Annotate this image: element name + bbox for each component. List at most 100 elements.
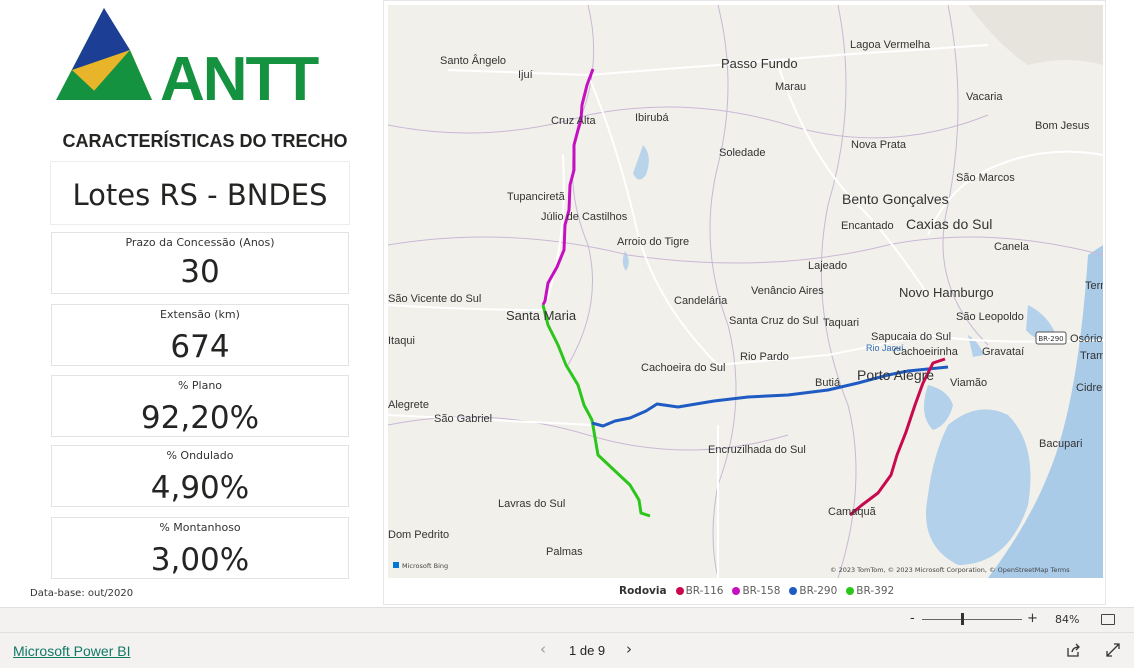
legend-label: BR-158 [742, 585, 781, 597]
city-label: Santa Maria [506, 308, 577, 323]
city-label: Marau [775, 81, 806, 93]
city-label: Tramandaí [1080, 350, 1103, 362]
plano-value: 92,20% [140, 400, 260, 436]
legend-title: Rodovia [619, 585, 667, 597]
legend-item-br116[interactable]: BR-116 [675, 585, 724, 597]
city-label: Candelária [674, 295, 728, 307]
extensao-label: Extensão (km) [160, 308, 240, 321]
zoom-slider-handle[interactable] [961, 613, 964, 625]
city-label: Taquari [823, 317, 859, 329]
database-note: Data-base: out/2020 [30, 588, 134, 599]
city-label: São Leopoldo [956, 311, 1024, 323]
footer-bar: Microsoft Power BI ‹ 1 de 9 › [0, 632, 1134, 668]
extensao-card: Extensão (km) 674 [51, 304, 349, 366]
city-label: Porto Alegre [857, 367, 934, 383]
city-label: Nova Prata [851, 139, 907, 151]
city-label: Palmas [546, 546, 583, 558]
zoom-bar: - + 84% [0, 607, 1134, 632]
montanhoso-value: 3,00% [150, 542, 250, 578]
montanhoso-card: % Montanhoso 3,00% [51, 517, 349, 579]
city-label: Lajeado [808, 260, 847, 272]
city-label: Vacaria [966, 91, 1003, 103]
city-label: Bacupari [1039, 438, 1082, 450]
plano-label: % Plano [177, 379, 223, 392]
legend-item-br158[interactable]: BR-158 [732, 585, 780, 597]
zoom-in-button[interactable]: + [1027, 611, 1038, 626]
city-label: Venâncio Aires [751, 285, 824, 297]
river-label: Rio Jacuí [866, 343, 904, 353]
city-label: Viamão [950, 377, 987, 389]
plano-card: % Plano 92,20% [51, 375, 349, 437]
zoom-level: 84% [1055, 613, 1080, 626]
city-label: Arroio do Tigre [617, 236, 689, 248]
city-label: São Gabriel [434, 413, 492, 425]
city-label: Santo Ângelo [440, 54, 506, 67]
extensao-value: 674 [170, 329, 230, 365]
city-label: Júlio de Castilhos [541, 211, 628, 223]
map-legend: Rodovia BR-116 BR-158 BR-290 BR-392 [619, 585, 898, 597]
power-bi-link[interactable]: Microsoft Power BI [13, 643, 130, 659]
ondulado-value: 4,90% [150, 470, 250, 506]
city-label: Sapucaia do Sul [871, 331, 951, 343]
city-label: Bom Jesus [1035, 120, 1090, 132]
city-label: Dom Pedrito [388, 529, 449, 541]
city-label: Ibirubá [635, 112, 670, 124]
legend-label: BR-290 [799, 585, 838, 597]
legend-item-br290[interactable]: BR-290 [789, 585, 837, 597]
legend-dot [846, 587, 855, 595]
city-label: Cachoeira do Sul [641, 362, 725, 374]
city-label: Canela [994, 241, 1030, 253]
city-label: Osório [1070, 333, 1102, 345]
city-label: Caxias do Sul [906, 216, 992, 232]
city-label: Soledade [719, 147, 766, 159]
route-map[interactable]: BR-290 Santo Ângelo Ijuí Passo Fundo Lag… [388, 5, 1103, 578]
map-canvas: BR-290 Santo Ângelo Ijuí Passo Fundo Lag… [388, 5, 1103, 578]
city-label: Alegrete [388, 399, 429, 411]
city-label: Butiá [815, 377, 841, 389]
report-canvas: ANTT CARACTERÍSTICAS DO TRECHO Lotes RS … [0, 0, 1134, 607]
legend-item-br392[interactable]: BR-392 [846, 585, 894, 597]
logo-wordmark: ANTT [160, 45, 319, 106]
prazo-value: 30 [180, 254, 220, 290]
next-page-icon[interactable]: › [626, 640, 632, 658]
city-label: Bento Gonçalves [842, 191, 949, 207]
prazo-label: Prazo da Concessão (Anos) [125, 236, 275, 249]
city-label: Santa Cruz do Sul [729, 315, 818, 327]
bing-attribution: Microsoft Bing [402, 562, 448, 570]
map-copyright: © 2023 TomTom, © 2023 Microsoft Corporat… [830, 566, 1070, 574]
ondulado-label: % Ondulado [166, 449, 234, 462]
legend-label: BR-392 [856, 585, 895, 597]
city-label: Tupanciretã [507, 191, 566, 203]
city-label: Ijuí [518, 69, 533, 81]
br290-shield-label: BR-290 [1038, 335, 1063, 343]
city-label: Lagoa Vermelha [850, 39, 931, 51]
antt-logo: ANTT [56, 8, 321, 106]
city-label: Novo Hamburgo [899, 285, 994, 300]
legend-dot [675, 587, 684, 595]
fit-to-page-icon[interactable] [1101, 614, 1115, 625]
city-label: Terra [1085, 280, 1103, 292]
zoom-out-button[interactable]: - [910, 611, 915, 626]
city-label: Camaquã [828, 506, 877, 518]
zoom-slider-track[interactable] [922, 619, 1022, 620]
city-label: Encruzilhada do Sul [708, 444, 806, 456]
city-label: Gravataí [982, 346, 1024, 358]
lote-title-card: Lotes RS - BNDES [51, 162, 349, 224]
prazo-card: Prazo da Concessão (Anos) 30 [51, 232, 349, 294]
city-label: Passo Fundo [721, 56, 798, 71]
page-indicator: 1 de 9 [569, 643, 606, 658]
fullscreen-icon[interactable] [1105, 642, 1121, 658]
city-label: São Marcos [956, 172, 1015, 184]
previous-page-icon[interactable]: ‹ [540, 640, 546, 658]
montanhoso-label: % Montanhoso [159, 521, 241, 534]
legend-dot [789, 587, 798, 595]
legend-label: BR-116 [685, 585, 724, 597]
city-label: Cruz Alta [551, 115, 597, 127]
city-label: Encantado [841, 220, 894, 232]
city-label: Cidreira [1076, 382, 1103, 394]
share-icon[interactable] [1066, 642, 1082, 658]
city-label: São Vicente do Sul [388, 293, 481, 305]
ondulado-card: % Ondulado 4,90% [51, 445, 349, 507]
legend-dot [732, 587, 741, 595]
city-label: Itaqui [388, 335, 415, 347]
